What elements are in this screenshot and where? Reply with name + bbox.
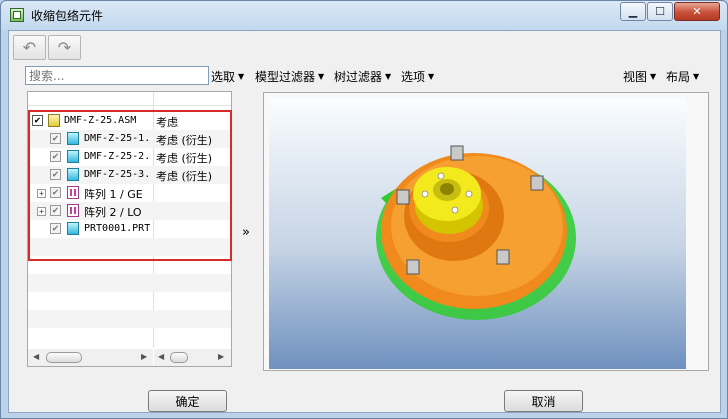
chevron-down-icon: ▼ <box>385 72 392 81</box>
part-icon <box>67 150 79 163</box>
window-title: 收缩包络元件 <box>31 9 104 23</box>
tree-row[interactable]: + ✔ 阵列 1 / GE <box>28 184 231 202</box>
bolt-head <box>465 190 473 198</box>
menu-model-filter-label: 模型过滤器 <box>255 70 316 84</box>
tree-row-checkbox[interactable]: ✔ <box>50 169 61 180</box>
expand-panel-button[interactable]: » <box>242 225 250 240</box>
coupling-hole <box>440 183 454 195</box>
maximize-button[interactable]: ☐ <box>647 2 673 21</box>
cancel-button[interactable]: 取消 <box>504 390 583 412</box>
tree-row-checkbox[interactable]: ✔ <box>50 223 61 234</box>
tree-row[interactable]: ✔ DMF-Z-25-2. 考虑 (衍生) <box>28 148 231 166</box>
bolt <box>396 189 410 205</box>
3d-viewport[interactable] <box>269 98 686 369</box>
tree-row-name: DMF-Z-25-3. <box>84 169 151 180</box>
dialog-body: ↶ ↷ 选取▼ 模型过滤器▼ 树过滤器▼ 选项▼ 视图▼ 布局▼ ✔ DMF-Z… <box>8 30 721 413</box>
pattern-icon <box>67 186 79 199</box>
tree-row-empty <box>28 274 231 292</box>
redo-button[interactable]: ↷ <box>48 35 81 60</box>
undo-icon: ↶ <box>22 38 37 57</box>
scroll-left-icon[interactable]: ◀ <box>158 352 164 361</box>
bolt <box>496 249 510 265</box>
menu-options-label: 选项 <box>401 70 426 84</box>
tree-row-status: 考虑 (衍生) <box>156 170 213 183</box>
tree-row-name: DMF-Z-25-1. <box>84 133 151 144</box>
tree-row-empty <box>28 310 231 328</box>
tree-name-hscrollbar[interactable]: ◀ ▶ <box>28 349 153 366</box>
tree-row[interactable]: ✔ DMF-Z-25-1. 考虑 (衍生) <box>28 130 231 148</box>
menu-options[interactable]: 选项 ▼ <box>401 68 434 85</box>
scroll-right-icon[interactable]: ▶ <box>218 352 224 361</box>
tree-row-assembly[interactable]: ✔ DMF-Z-25.ASM 考虑 <box>28 112 231 130</box>
dialog-window: 收缩包络元件 ▁ ☐ ✕ ↶ ↷ 选取▼ 模型过滤器▼ 树过滤器▼ 选项▼ 视图… <box>0 0 728 419</box>
redo-icon: ↷ <box>57 38 72 57</box>
tree-row[interactable]: ✔ PRT0001.PRT <box>28 220 231 238</box>
menu-view-label: 视图 <box>623 70 648 84</box>
tree-row-checkbox[interactable]: ✔ <box>50 205 61 216</box>
tree-row-checkbox[interactable]: ✔ <box>32 115 43 126</box>
chevron-down-icon: ▼ <box>650 72 657 81</box>
menu-tree-filter-label: 树过滤器 <box>334 70 383 84</box>
bolt-head <box>421 190 429 198</box>
minimize-icon: ▁ <box>628 5 638 18</box>
tree-row-empty <box>28 238 231 256</box>
maximize-icon: ☐ <box>655 5 665 18</box>
model-tree[interactable]: ✔ DMF-Z-25.ASM 考虑 ✔ DMF-Z-25-1. 考虑 (衍生) … <box>27 91 232 367</box>
tree-row-name: 阵列 2 / LO <box>84 206 142 219</box>
menu-tree-filter[interactable]: 树过滤器 ▼ <box>334 68 391 85</box>
bolt-head <box>451 206 459 214</box>
pattern-icon <box>67 204 79 217</box>
menu-layout-label: 布局 <box>666 70 691 84</box>
ok-button[interactable]: 确定 <box>148 390 227 412</box>
close-icon: ✕ <box>692 5 702 18</box>
title-bar: 收缩包络元件 ▁ ☐ ✕ <box>1 1 727 29</box>
scrollbar-thumb[interactable] <box>170 352 188 363</box>
tree-row-name: PRT0001.PRT <box>84 223 151 234</box>
menu-select[interactable]: 选取 ▼ <box>211 68 244 85</box>
tree-row-checkbox[interactable]: ✔ <box>50 151 61 162</box>
tree-row[interactable]: ✔ DMF-Z-25-3. 考虑 (衍生) <box>28 166 231 184</box>
model-render <box>376 145 576 320</box>
scroll-left-icon[interactable]: ◀ <box>33 352 39 361</box>
scroll-right-icon[interactable]: ▶ <box>141 352 147 361</box>
bolt-head <box>437 172 445 180</box>
app-icon <box>10 8 24 22</box>
tree-row-name: 阵列 1 / GE <box>84 188 143 201</box>
tree-row[interactable]: + ✔ 阵列 2 / LO <box>28 202 231 220</box>
part-icon <box>67 222 79 235</box>
part-icon <box>67 132 79 145</box>
expand-icon[interactable]: + <box>37 207 46 216</box>
chevron-down-icon: ▼ <box>428 72 435 81</box>
tree-column-header <box>28 92 231 106</box>
chevron-down-icon: ▼ <box>318 72 325 81</box>
bolt <box>450 145 464 161</box>
minimize-button[interactable]: ▁ <box>620 2 646 21</box>
assembly-icon <box>48 114 60 127</box>
tree-row-status: 考虑 <box>156 116 178 129</box>
undo-button[interactable]: ↶ <box>13 35 46 60</box>
expand-icon[interactable]: + <box>37 189 46 198</box>
tree-row-checkbox[interactable]: ✔ <box>50 187 61 198</box>
tree-row-status: 考虑 (衍生) <box>156 134 213 147</box>
model-preview-panel <box>263 92 709 371</box>
menu-view[interactable]: 视图 ▼ <box>623 68 656 85</box>
menu-layout[interactable]: 布局 ▼ <box>666 68 699 85</box>
close-button[interactable]: ✕ <box>674 2 720 21</box>
chevron-down-icon: ▼ <box>238 72 245 81</box>
tree-row-name: DMF-Z-25-2. <box>84 151 151 162</box>
chevron-down-icon: ▼ <box>693 72 700 81</box>
menu-model-filter[interactable]: 模型过滤器 ▼ <box>255 68 324 85</box>
scrollbar-thumb[interactable] <box>46 352 82 363</box>
tree-status-hscrollbar[interactable]: ◀ ▶ <box>154 349 231 366</box>
bolt <box>406 259 420 275</box>
search-input[interactable] <box>25 66 209 85</box>
bolt <box>530 175 544 191</box>
menu-select-label: 选取 <box>211 70 236 84</box>
tree-row-checkbox[interactable]: ✔ <box>50 133 61 144</box>
tree-row-status: 考虑 (衍生) <box>156 152 213 165</box>
part-icon <box>67 168 79 181</box>
